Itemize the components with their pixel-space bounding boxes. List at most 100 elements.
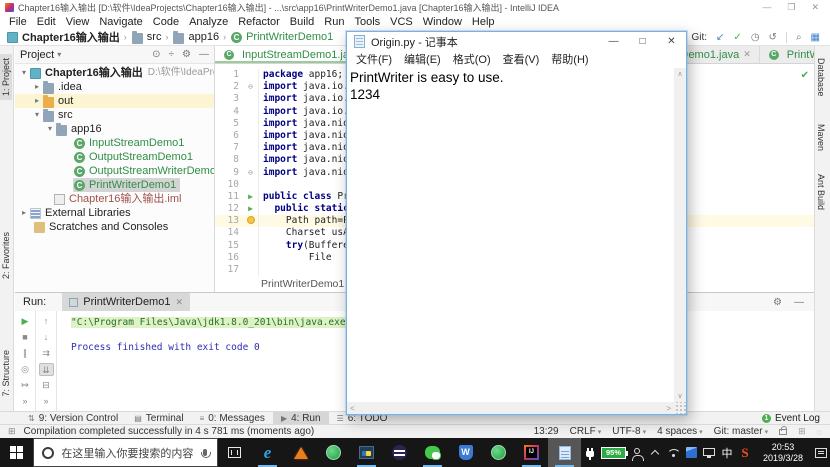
notepad-menu-item[interactable]: 文件(F) xyxy=(350,51,398,67)
run-arrow-icon[interactable]: ▶ xyxy=(248,204,253,213)
notepad-minimize-button[interactable]: — xyxy=(599,32,628,51)
start-button[interactable] xyxy=(0,438,33,467)
close-button[interactable]: ✕ xyxy=(811,2,819,13)
minimize-button[interactable]: — xyxy=(762,2,771,13)
update-project-icon[interactable]: ↙ xyxy=(716,32,724,43)
sogou-icon[interactable]: S xyxy=(736,438,754,467)
panel-header-icon[interactable]: ÷ xyxy=(169,49,175,60)
notepad-horizontal-scrollbar[interactable]: < > xyxy=(347,402,674,414)
notepad-resize-grip[interactable] xyxy=(674,402,686,414)
taskbar-app-wechat[interactable] xyxy=(416,438,449,467)
exit-button[interactable]: ↦ xyxy=(18,379,33,392)
notepad-menu-item[interactable]: 编辑(E) xyxy=(398,51,447,67)
menu-help[interactable]: Help xyxy=(467,16,500,28)
tree-row[interactable]: C OutputStreamWriterDemo1 xyxy=(15,164,214,178)
up-stack-trace-button[interactable]: ↑ xyxy=(39,315,54,328)
taskbar-app-matlab[interactable] xyxy=(284,438,317,467)
lock-icon[interactable] xyxy=(779,425,788,435)
run-arrow-icon[interactable]: ▶ xyxy=(248,192,253,201)
tool-stripe-maven[interactable]: Maven xyxy=(815,120,827,155)
taskbar-search-box[interactable]: 在这里输入你要搜索的内容 xyxy=(33,438,218,467)
breadcrumb-item[interactable]: C PrintWriterDemo1 xyxy=(230,31,333,43)
menu-view[interactable]: View xyxy=(61,16,95,28)
menu-tools[interactable]: Tools xyxy=(349,16,385,28)
wifi-icon[interactable] xyxy=(664,438,682,467)
breadcrumb-item[interactable]: app16 xyxy=(172,30,219,44)
tree-row[interactable]: ▸ .idea xyxy=(15,80,214,94)
tree-row[interactable]: C PrintWriterDemo1 xyxy=(15,178,214,192)
rerun-button[interactable]: ▶ xyxy=(18,315,33,328)
structure-icon[interactable]: ▦ xyxy=(811,32,820,43)
down-stack-trace-button[interactable]: ↓ xyxy=(39,331,54,344)
action-center-icon[interactable] xyxy=(812,438,830,467)
scroll-to-end-button[interactable]: ⇊ xyxy=(38,363,54,376)
history-icon[interactable]: ◷ xyxy=(751,32,760,43)
scroll-left-icon[interactable]: < xyxy=(350,404,355,413)
taskbar-app-python-console[interactable] xyxy=(350,438,383,467)
taskbar-app-eclipse[interactable] xyxy=(383,438,416,467)
tree-row[interactable]: Scratches and Consoles xyxy=(15,220,214,234)
close-run-tab-icon[interactable]: ✕ xyxy=(175,297,183,308)
taskbar-app-notepad[interactable] xyxy=(548,438,581,467)
pc-manager-icon[interactable] xyxy=(682,438,700,467)
revert-icon[interactable]: ↺ xyxy=(769,32,777,43)
more-button[interactable]: » xyxy=(39,395,54,408)
notepad-menu-item[interactable]: 帮助(H) xyxy=(545,51,594,67)
panel-header-icon[interactable]: ⚙ xyxy=(182,49,191,60)
taskbar-app-intellij-idea[interactable] xyxy=(515,438,548,467)
menu-analyze[interactable]: Analyze xyxy=(184,16,233,28)
tree-expand-icon[interactable]: ▸ xyxy=(32,94,42,108)
status-segment[interactable]: Git: master ▾ xyxy=(714,426,768,437)
notepad-menu-item[interactable]: 查看(V) xyxy=(497,51,546,67)
event-log-button[interactable]: 1 Event Log xyxy=(761,413,830,424)
display-icon[interactable] xyxy=(700,438,718,467)
breadcrumb-item[interactable]: Chapter16输入输出 xyxy=(6,29,120,45)
tree-expand-icon[interactable]: ▾ xyxy=(32,108,42,122)
editor-tab[interactable]: CPrintWriterDemo1.java✕ xyxy=(760,46,814,63)
tree-expand-icon[interactable]: ▾ xyxy=(19,66,29,80)
tree-row[interactable]: ▾ app16 xyxy=(15,122,214,136)
notepad-close-button[interactable]: ✕ xyxy=(657,32,686,51)
pause-output-button[interactable]: ∥ xyxy=(18,347,33,360)
tree-row[interactable]: Chapter16输入输出.iml xyxy=(15,192,214,206)
tree-row[interactable]: ▸ External Libraries xyxy=(15,206,214,220)
restore-button[interactable]: ❐ xyxy=(787,2,795,13)
tree-row[interactable]: ▸ out xyxy=(15,94,214,108)
panel-header-icon[interactable]: ⊙ xyxy=(152,49,160,60)
panel-header-icon[interactable]: — xyxy=(199,49,209,60)
notepad-menu-item[interactable]: 格式(O) xyxy=(447,51,497,67)
scroll-down-icon[interactable]: ∨ xyxy=(677,392,682,400)
taskbar-app-blue-shield-app[interactable]: W xyxy=(449,438,482,467)
highlight-level-icon[interactable]: ⊞ xyxy=(798,426,806,437)
notepad-maximize-button[interactable]: □ xyxy=(628,32,657,51)
hidden-icons-chevron[interactable] xyxy=(646,438,664,467)
tree-expand-icon[interactable]: ▸ xyxy=(32,80,42,94)
tool-stripe-database[interactable]: Database xyxy=(815,54,827,101)
microphone-icon[interactable] xyxy=(201,449,211,458)
people-icon[interactable] xyxy=(628,438,646,467)
tree-expand-icon[interactable]: ▸ xyxy=(19,206,29,220)
taskbar-app-edge[interactable]: e xyxy=(251,438,284,467)
toolwindow-switcher-icon[interactable]: ⊞ xyxy=(8,426,16,437)
toolwindow-tab-4--run[interactable]: ▶ 4: Run xyxy=(272,412,329,424)
menu-build[interactable]: Build xyxy=(285,16,319,28)
project-panel-title[interactable]: Project xyxy=(20,49,54,61)
menu-code[interactable]: Code xyxy=(148,16,184,28)
soft-wrap-button[interactable]: ⇉ xyxy=(39,347,54,360)
taskbar-app-green-orb-app-1[interactable] xyxy=(317,438,350,467)
tool-stripe----structure[interactable]: 7: Structure xyxy=(0,346,12,401)
thread-dump-button[interactable]: ◎ xyxy=(18,363,33,376)
menu-edit[interactable]: Edit xyxy=(32,16,61,28)
run-tab[interactable]: PrintWriterDemo1 ✕ xyxy=(62,293,191,311)
notepad-title-bar[interactable]: Origin.py - 记事本 — □ ✕ xyxy=(347,32,686,51)
ime-indicator[interactable]: 中 xyxy=(718,438,736,467)
fold-marker-icon[interactable]: ⊖ xyxy=(248,168,253,177)
toolwindow-tab-9--version-control[interactable]: ⇅ 9: Version Control xyxy=(20,412,126,424)
menu-vcs[interactable]: VCS xyxy=(385,16,418,28)
toolwindow-tab-terminal[interactable]: ▤ Terminal xyxy=(126,412,191,424)
menu-refactor[interactable]: Refactor xyxy=(233,16,285,28)
clock[interactable]: 20:53 2019/3/28 xyxy=(754,438,812,467)
stop-button[interactable]: ■ xyxy=(18,331,33,344)
tree-expand-icon[interactable]: ▾ xyxy=(45,122,55,136)
status-segment[interactable]: UTF-8 ▾ xyxy=(612,426,646,437)
